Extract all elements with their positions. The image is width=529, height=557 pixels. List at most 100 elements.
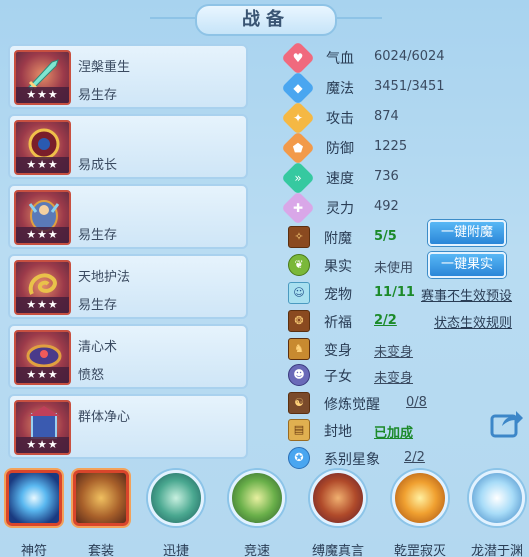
tab-label: 竞速	[243, 544, 270, 557]
skill-name: 清心术	[78, 340, 118, 355]
stat-value: 736	[374, 169, 399, 184]
tab-label: 迅捷	[162, 544, 189, 557]
pet-value: 11/11	[374, 285, 415, 300]
page-title: 战备	[195, 4, 337, 36]
skill-card[interactable]: ★★★ 天地护法 易生存	[8, 254, 248, 319]
stat-label: 防御	[326, 141, 354, 157]
race-preview-link[interactable]: 赛事不生效预设	[421, 285, 512, 304]
misc-label: 果实	[324, 259, 352, 275]
share-icon[interactable]	[490, 408, 524, 438]
stat-label: 速度	[326, 171, 354, 187]
sword-icon: ★★★	[14, 50, 71, 105]
stat-row-speed: » 速度 736	[281, 161, 526, 195]
fruit-all-button[interactable]: 一键果实	[428, 252, 506, 278]
enchant-all-button[interactable]: 一键附魔	[428, 220, 506, 246]
status-rules-link[interactable]: 状态生效规则	[434, 312, 512, 331]
stat-row-hp: ♥ 气血 6024/6024	[281, 41, 526, 75]
binding-mantra-icon	[310, 470, 366, 526]
awaken-icon: ☯	[288, 392, 310, 414]
stat-row-defense: ⬟ 防御 1225	[281, 131, 526, 165]
misc-label: 修炼觉醒	[324, 397, 380, 413]
tab-qiangang[interactable]: 乾罡寂灭	[389, 470, 451, 557]
skill-card[interactable]: ★★★ 易成长	[8, 114, 248, 179]
skill-effect: 易生存	[78, 298, 118, 313]
misc-label: 祈福	[324, 315, 352, 331]
enchant-icon: ✧	[288, 226, 310, 248]
tab-binding-mantra[interactable]: 缚魔真言	[307, 470, 369, 557]
title-deco-right	[337, 17, 382, 19]
skill-stars: ★★★	[16, 297, 69, 313]
stat-value: 492	[374, 199, 399, 214]
stat-value: 1225	[374, 139, 408, 154]
skill-effect: 愤怒	[78, 368, 105, 383]
bless-value[interactable]: 2/2	[374, 313, 397, 328]
child-icon: ☻	[288, 364, 310, 386]
stat-label: 灵力	[326, 201, 354, 217]
heart-icon: ♥	[281, 41, 315, 75]
skill-stars: ★★★	[16, 87, 69, 103]
skill-card[interactable]: ★★★ 涅槃重生 易生存	[8, 44, 248, 109]
fruit-icon: ❦	[288, 254, 310, 276]
misc-label: 附魔	[324, 231, 352, 247]
bottom-tab-bar: 神符 套装 迅捷 竞速 缚魔真言 乾罡寂灭 龙潜于渊	[0, 462, 529, 557]
child-value[interactable]: 未变身	[374, 367, 413, 386]
tab-swift[interactable]: 迅捷	[145, 470, 207, 557]
skill-stars: ★★★	[16, 437, 69, 453]
stat-label: 攻击	[326, 111, 354, 127]
skill-name: 天地护法	[78, 270, 131, 285]
stat-row-mp: ◆ 魔法 3451/3451	[281, 71, 526, 105]
skill-name: 群体净心	[78, 410, 131, 425]
transform-icon: ♞	[288, 338, 310, 360]
speed-icon: »	[281, 161, 315, 195]
rune-icon	[6, 470, 62, 526]
tab-dragon[interactable]: 龙潜于渊	[466, 470, 528, 557]
fief-icon: ▤	[288, 419, 310, 441]
transform-value[interactable]: 未变身	[374, 341, 413, 360]
skill-stars: ★★★	[16, 227, 69, 243]
awaken-value[interactable]: 0/8	[406, 395, 427, 410]
skill-stars: ★★★	[16, 157, 69, 173]
attack-icon: ✦	[281, 101, 315, 135]
bless-icon: ❂	[288, 310, 310, 332]
tab-label: 套装	[87, 544, 114, 557]
crown-icon: ★★★	[14, 330, 71, 385]
transform-row: ♞ 变身 未变身	[286, 338, 526, 362]
stat-row-spirit: ✚ 灵力 492	[281, 191, 526, 225]
stat-value: 6024/6024	[374, 49, 445, 64]
fief-value[interactable]: 已加成	[374, 422, 413, 441]
tab-label: 神符	[20, 544, 47, 557]
skill-card[interactable]: ★★★ 群体净心	[8, 394, 248, 459]
stat-label: 魔法	[326, 81, 354, 97]
skill-card[interactable]: ★★★ 清心术 愤怒	[8, 324, 248, 389]
mana-icon: ◆	[281, 71, 315, 105]
skill-list: ★★★ 涅槃重生 易生存 ★★★ 易成长 ★★★ 易生存 ★★★ 天地护法 易生…	[8, 44, 251, 464]
pet-icon: ☺	[288, 282, 310, 304]
skill-card[interactable]: ★★★ 易生存	[8, 184, 248, 249]
skill-effect: 易生存	[78, 88, 118, 103]
skill-effect: 易生存	[78, 228, 118, 243]
warrior-icon: ★★★	[14, 190, 71, 245]
tab-label: 乾罡寂灭	[393, 544, 446, 557]
tab-set[interactable]: 套装	[70, 470, 132, 557]
tab-label: 缚魔真言	[311, 544, 364, 557]
misc-label: 子女	[324, 369, 352, 385]
fruit-value: 未使用	[374, 261, 414, 276]
misc-label: 封地	[324, 424, 352, 440]
stat-value: 874	[374, 109, 399, 124]
tab-label: 龙潜于渊	[470, 544, 523, 557]
defense-icon: ⬟	[281, 131, 315, 165]
skill-stars: ★★★	[16, 367, 69, 383]
stat-value: 3451/3451	[374, 79, 445, 94]
title-bar: 战备	[0, 0, 529, 40]
title-deco-left	[150, 17, 195, 19]
skill-name: 涅槃重生	[78, 60, 131, 75]
armor-icon: ★★★	[14, 120, 71, 175]
serpent-icon: ★★★	[14, 260, 71, 315]
tab-race[interactable]: 竞速	[226, 470, 288, 557]
armor-set-icon	[73, 470, 129, 526]
stat-row-attack: ✦ 攻击 874	[281, 101, 526, 135]
tab-rune[interactable]: 神符	[3, 470, 65, 557]
misc-label: 变身	[324, 343, 352, 359]
dragon-icon	[469, 470, 525, 526]
race-icon	[229, 470, 285, 526]
